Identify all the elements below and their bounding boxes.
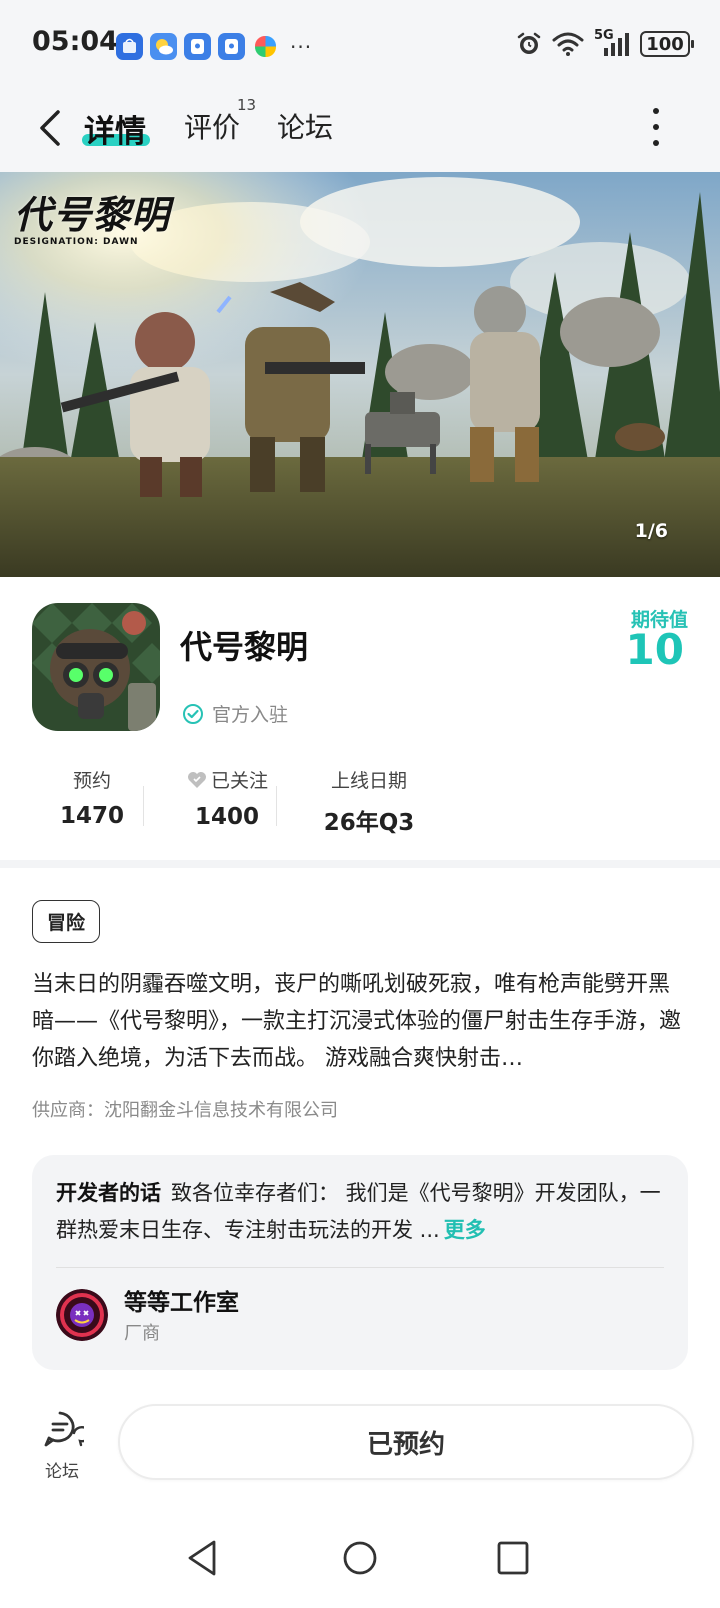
stat-label: 已关注	[210, 770, 268, 792]
alarm-icon	[517, 32, 541, 54]
carousel-counter: 1/6	[634, 520, 668, 542]
top-nav: 详情 评价 13 论坛	[0, 86, 720, 172]
official-label: 官方入驻	[212, 704, 289, 726]
stat-label: 上线日期	[330, 770, 407, 792]
banner-logo: 代号黎明 DESIGNATION: DAWN	[14, 184, 170, 247]
cellular-icon: 5G	[594, 28, 630, 58]
stat-value: 1470	[59, 803, 124, 829]
nav-back-icon[interactable]	[184, 1538, 220, 1578]
reserved-button[interactable]: 已预约	[118, 1404, 694, 1480]
tab-details[interactable]: 详情	[84, 106, 146, 151]
verified-check-icon	[183, 703, 203, 724]
heart-icon	[187, 771, 206, 788]
status-more: ···	[290, 34, 313, 59]
status-bar: 05:04 ··· 5G 100	[0, 0, 720, 86]
review-count-badge: 13	[237, 96, 257, 114]
forum-button[interactable]: 论坛	[34, 1409, 92, 1482]
weather-icon	[150, 33, 177, 60]
tab-forum[interactable]: 论坛	[277, 106, 333, 146]
game-stats: 预约 1470 已关注 1400 上线日期 26年Q3	[32, 766, 432, 836]
app-lock-icon	[184, 33, 211, 60]
forum-chat-icon	[44, 1411, 92, 1447]
app-market-icon	[116, 33, 143, 60]
developer-card[interactable]: 开发者的话 致各位幸存者们： 我们是《代号黎明》开发团队，一群热爱末日生存、专注射…	[32, 1155, 688, 1370]
nav-recents-icon[interactable]	[495, 1538, 531, 1578]
stat-divider	[276, 786, 277, 826]
developer-message: 开发者的话 致各位幸存者们： 我们是《代号黎明》开发团队，一群热爱末日生存、专注射…	[56, 1175, 668, 1249]
stat-value: 1400	[194, 803, 259, 830]
screenshot-carousel[interactable]: 代号黎明 DESIGNATION: DAWN 1/6	[0, 172, 720, 577]
status-app-icons: ···	[116, 33, 312, 60]
app-lock-icon	[218, 33, 245, 60]
tab-reviews[interactable]: 评价	[184, 106, 240, 146]
card-divider	[56, 1267, 664, 1268]
stat-label: 预约	[72, 770, 111, 792]
supplier-text: 供应商：沈阳翻金斗信息技术有限公司	[32, 1100, 338, 1121]
status-time: 05:04	[32, 26, 118, 57]
pinwheel-icon	[252, 33, 279, 60]
section-divider	[0, 860, 720, 868]
official-badge: 官方入驻	[182, 700, 288, 727]
stat-reservations: 预约 1470	[42, 766, 142, 829]
studio-avatar[interactable]	[56, 1289, 108, 1341]
studio-role: 厂商	[124, 1323, 160, 1344]
battery-level: 100	[646, 33, 684, 55]
game-icon	[32, 603, 160, 731]
stat-label-wrap: 已关注	[186, 766, 268, 793]
stat-divider	[143, 786, 144, 826]
developer-more-link[interactable]: 更多	[444, 1218, 486, 1242]
game-description[interactable]: 当末日的阴霾吞噬文明，丧尸的嘶吼划破死寂，唯有枪声能劈开黑暗——《代号黎明》，一…	[32, 966, 688, 1076]
wifi-icon	[552, 32, 584, 56]
genre-tag[interactable]: 冒险	[32, 900, 101, 943]
expect-value: 10	[625, 625, 684, 674]
status-right: 5G 100	[516, 28, 694, 58]
battery-icon: 100	[640, 31, 694, 57]
nav-home-icon[interactable]	[341, 1538, 379, 1578]
back-arrow-icon[interactable]	[34, 106, 66, 150]
studio-name[interactable]: 等等工作室	[124, 1283, 239, 1317]
developer-label: 开发者的话	[56, 1181, 161, 1205]
bottom-action-bar: 论坛 已预约	[0, 1395, 720, 1495]
game-title: 代号黎明	[180, 628, 309, 666]
banner-logo-title: 代号黎明	[14, 193, 171, 237]
stat-value: 26年Q3	[323, 810, 415, 836]
more-options-icon[interactable]	[652, 108, 660, 146]
stat-release-date: 上线日期 26年Q3	[314, 766, 424, 837]
system-navigation-bar	[0, 1528, 720, 1608]
forum-label: 论坛	[45, 1462, 79, 1482]
stat-followers[interactable]: 已关注 1400	[172, 766, 282, 830]
